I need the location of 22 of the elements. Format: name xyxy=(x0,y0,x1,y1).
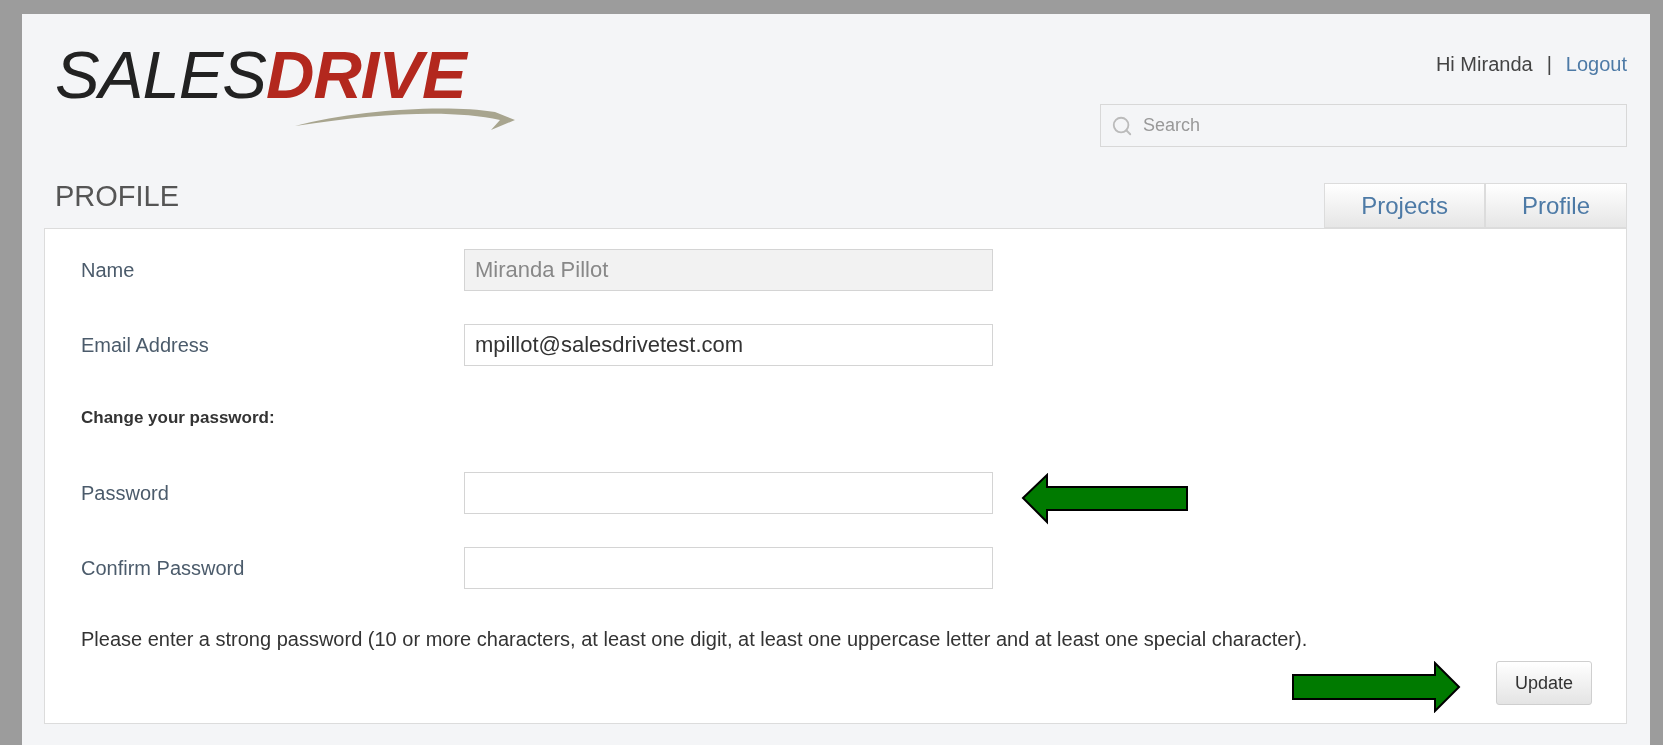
field-label: Password xyxy=(81,481,170,506)
field-label: Confirm Password xyxy=(81,556,246,581)
separator: | xyxy=(1546,52,1552,77)
input-field[interactable] xyxy=(464,472,993,514)
greeting: Hi Miranda xyxy=(1435,52,1533,77)
logout-link[interactable]: Logout xyxy=(1565,49,1627,79)
help-text: Please enter a strong password (10 or more characters, at least one digit, at least one uppercase letter and at least one special character). xyxy=(81,627,1309,651)
section-heading: Change your password: xyxy=(81,407,275,430)
search-icon xyxy=(1111,114,1133,137)
search-field[interactable]: Search xyxy=(1100,104,1627,147)
field-label: Name xyxy=(81,258,136,283)
page-title: PROFILE xyxy=(55,178,180,214)
logo-text: SALES xyxy=(55,38,267,112)
tab[interactable]: Profile xyxy=(1484,183,1627,228)
search-input[interactable]: Search xyxy=(1143,112,1616,139)
field-label: Email Address xyxy=(81,333,210,358)
arrow-icon xyxy=(1291,661,1461,713)
input-field[interactable]: mpillot@salesdrivetest.com xyxy=(464,324,993,366)
tab[interactable]: Projects xyxy=(1324,183,1485,228)
arrow-icon xyxy=(1021,473,1191,525)
update-button[interactable]: Update xyxy=(1495,661,1592,705)
input-field[interactable] xyxy=(464,547,993,589)
